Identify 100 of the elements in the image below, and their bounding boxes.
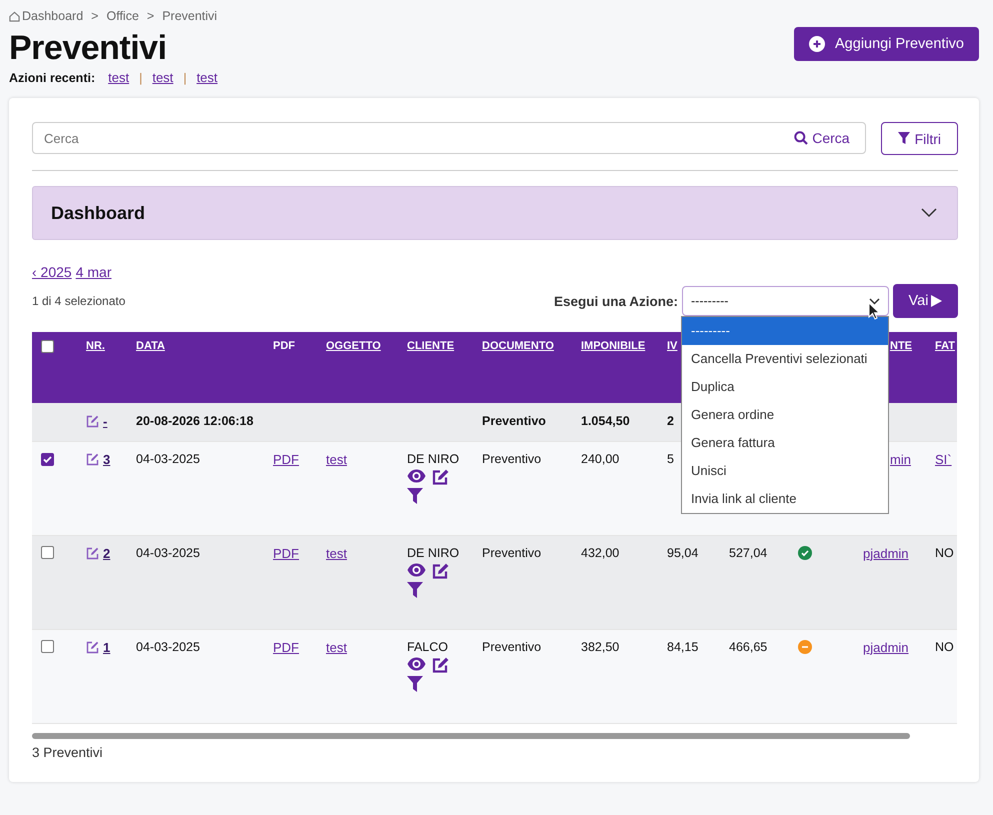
subject-link[interactable]: test bbox=[326, 452, 347, 466]
column-header[interactable]: OGGETTO bbox=[326, 340, 381, 352]
table-cell: 466,65 bbox=[729, 640, 768, 654]
horizontal-scrollbar[interactable] bbox=[32, 732, 910, 738]
date-link[interactable]: 4 mar bbox=[76, 264, 112, 280]
dropdown-option[interactable]: Duplica bbox=[682, 373, 888, 401]
table-cell: 432,00 bbox=[581, 546, 620, 560]
row-checkbox[interactable] bbox=[41, 640, 54, 652]
column-header[interactable]: DOCUMENTO bbox=[482, 340, 554, 352]
search-field[interactable]: Cerca Cerca bbox=[32, 122, 866, 154]
recent-action-link[interactable]: test bbox=[196, 70, 218, 85]
subject-link[interactable]: test bbox=[326, 640, 347, 654]
breadcrumb-separator: > bbox=[146, 9, 154, 23]
pdf-link[interactable]: PDF bbox=[273, 640, 299, 654]
funnel-icon bbox=[898, 132, 910, 145]
breadcrumb-item: Preventivi bbox=[162, 9, 218, 23]
table-cell: 5 bbox=[667, 452, 674, 466]
add-quote-button[interactable]: Aggiungi Preventivo bbox=[794, 27, 979, 61]
table-cell-text: DE NIRO bbox=[407, 546, 460, 560]
record-count: 3 Preventivi bbox=[32, 744, 104, 760]
table-cell-text: FALCO bbox=[407, 640, 449, 654]
column-header[interactable]: FAT bbox=[935, 340, 955, 352]
action-select[interactable]: --------- bbox=[682, 286, 889, 316]
edit-icon bbox=[86, 546, 99, 560]
table-cell: 04-03-2025 bbox=[136, 640, 200, 654]
link-separator: | bbox=[139, 70, 142, 84]
page-title: Preventivi bbox=[9, 28, 167, 68]
user-link[interactable]: min bbox=[890, 452, 911, 466]
breadcrumb-item[interactable]: Office bbox=[106, 9, 139, 23]
chevron-icon bbox=[921, 208, 937, 218]
table-cell: Preventivo bbox=[482, 640, 542, 654]
selection-count: 1 di 4 selezionato bbox=[32, 294, 126, 308]
column-header[interactable]: IV bbox=[667, 340, 678, 352]
table-cell: 04-03-2025 bbox=[136, 452, 200, 466]
funnel-icon[interactable] bbox=[407, 676, 423, 692]
recent-action-link[interactable]: test bbox=[152, 70, 174, 85]
search-icon bbox=[794, 131, 808, 145]
invoiced-link[interactable]: SI` bbox=[935, 452, 952, 466]
table-cell: 84,15 bbox=[667, 640, 698, 654]
dropdown-option[interactable]: Unisci bbox=[682, 457, 888, 485]
column-header[interactable]: IMPONIBILE bbox=[581, 340, 646, 352]
table-cell: 95,04 bbox=[667, 546, 698, 560]
funnel-icon[interactable] bbox=[407, 488, 423, 504]
edit-icon bbox=[86, 415, 99, 428]
eye-icon[interactable] bbox=[407, 468, 426, 482]
column-header[interactable]: NTE bbox=[890, 340, 912, 352]
edit-icon[interactable] bbox=[432, 656, 449, 672]
chevron-icon bbox=[869, 298, 880, 304]
user-link[interactable]: pjadmin bbox=[863, 546, 909, 560]
play-icon bbox=[931, 295, 942, 307]
row-checkbox[interactable] bbox=[41, 546, 54, 558]
dropdown-option[interactable]: Genera ordine bbox=[682, 401, 888, 429]
previous-year-link[interactable]: ‹ 2025 bbox=[32, 264, 72, 280]
table-cell-text: DE NIRO bbox=[407, 452, 460, 466]
quote-number-link[interactable]: 1 bbox=[103, 640, 110, 654]
table-cell: 382,50 bbox=[581, 640, 620, 654]
home-icon bbox=[9, 10, 20, 22]
user-link[interactable]: pjadmin bbox=[863, 640, 909, 654]
column-header[interactable]: NR. bbox=[86, 340, 105, 352]
quote-number-link[interactable]: 2 bbox=[103, 546, 110, 560]
action-label: Esegui una Azione: bbox=[554, 294, 678, 308]
table-cell: Preventivo bbox=[482, 414, 546, 428]
go-button[interactable]: Vai bbox=[893, 284, 958, 318]
breadcrumb-separator: > bbox=[91, 9, 98, 23]
select-all-checkbox[interactable] bbox=[41, 340, 54, 353]
quote-number-link[interactable]: - bbox=[103, 414, 108, 429]
eye-icon[interactable] bbox=[407, 562, 426, 576]
link-separator: | bbox=[183, 70, 187, 84]
dropdown-option[interactable]: Genera fattura bbox=[682, 429, 888, 457]
table-cell: 2 bbox=[667, 414, 674, 428]
eye-icon[interactable] bbox=[407, 656, 426, 670]
recent-actions-label: Azioni recenti: bbox=[9, 70, 96, 84]
column-header[interactable]: CLIENTE bbox=[407, 340, 454, 352]
quote-number-link[interactable]: 3 bbox=[103, 452, 110, 466]
filter-button[interactable]: Filtri bbox=[880, 122, 958, 155]
breadcrumb-item[interactable]: Dashboard bbox=[22, 9, 84, 23]
dropdown-option[interactable]: Cancella Preventivi selezionati bbox=[682, 345, 888, 373]
dashboard-panel[interactable]: Dashboard bbox=[32, 186, 958, 240]
pdf-link[interactable]: PDF bbox=[273, 452, 299, 466]
edit-icon bbox=[86, 640, 99, 654]
plus-circle-icon bbox=[809, 36, 826, 52]
table-cell: 1.054,50 bbox=[581, 414, 630, 428]
table-cell: Preventivo bbox=[482, 546, 542, 560]
dropdown-option[interactable]: Invia link al cliente bbox=[682, 485, 888, 513]
funnel-icon[interactable] bbox=[407, 582, 423, 598]
table-cell: 527,04 bbox=[729, 546, 768, 560]
table-cell: NO bbox=[935, 640, 954, 654]
column-header[interactable]: DATA bbox=[136, 340, 165, 352]
table-cell: NO bbox=[935, 546, 954, 560]
edit-icon[interactable] bbox=[432, 468, 449, 484]
column-header: PDF bbox=[273, 340, 295, 352]
recent-action-link[interactable]: test bbox=[108, 70, 130, 85]
search-button[interactable]: Cerca bbox=[786, 123, 865, 153]
pdf-link[interactable]: PDF bbox=[273, 546, 299, 560]
row-checkbox[interactable] bbox=[41, 452, 54, 466]
panel-title: Dashboard bbox=[51, 202, 146, 224]
edit-icon[interactable] bbox=[432, 562, 449, 578]
dropdown-option[interactable]: --------- bbox=[682, 317, 888, 345]
subject-link[interactable]: test bbox=[326, 546, 347, 560]
edit-icon bbox=[86, 452, 99, 466]
